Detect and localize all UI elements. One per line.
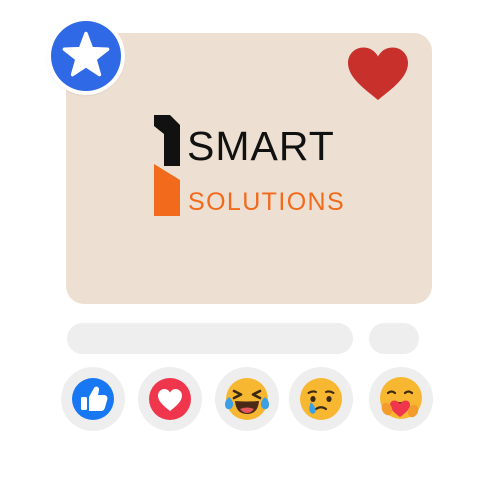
logo-mark-icon xyxy=(154,115,180,216)
like-reaction-button[interactable] xyxy=(61,367,125,431)
star-badge[interactable] xyxy=(47,17,125,95)
social-post-illustration: SMART SOLUTIONS xyxy=(0,0,500,500)
heart-reaction-icon xyxy=(149,378,191,420)
star-icon xyxy=(51,21,121,91)
haha-reaction-button[interactable] xyxy=(215,367,279,431)
logo-text-solutions: SOLUTIONS xyxy=(188,188,346,216)
care-reaction-button[interactable] xyxy=(369,367,433,431)
logo-text-smart: SMART xyxy=(187,123,335,169)
crying-face-icon xyxy=(300,378,342,420)
heart-icon[interactable] xyxy=(346,46,410,102)
sad-reaction-button[interactable] xyxy=(289,367,353,431)
love-reaction-button[interactable] xyxy=(138,367,202,431)
caption-placeholder-bar xyxy=(67,323,353,354)
thumbs-up-icon xyxy=(72,378,114,420)
meta-placeholder-bar xyxy=(369,323,419,354)
smart-solutions-logo: SMART SOLUTIONS xyxy=(153,112,346,222)
laughing-face-icon xyxy=(225,378,269,420)
hugging-face-icon xyxy=(380,377,422,419)
